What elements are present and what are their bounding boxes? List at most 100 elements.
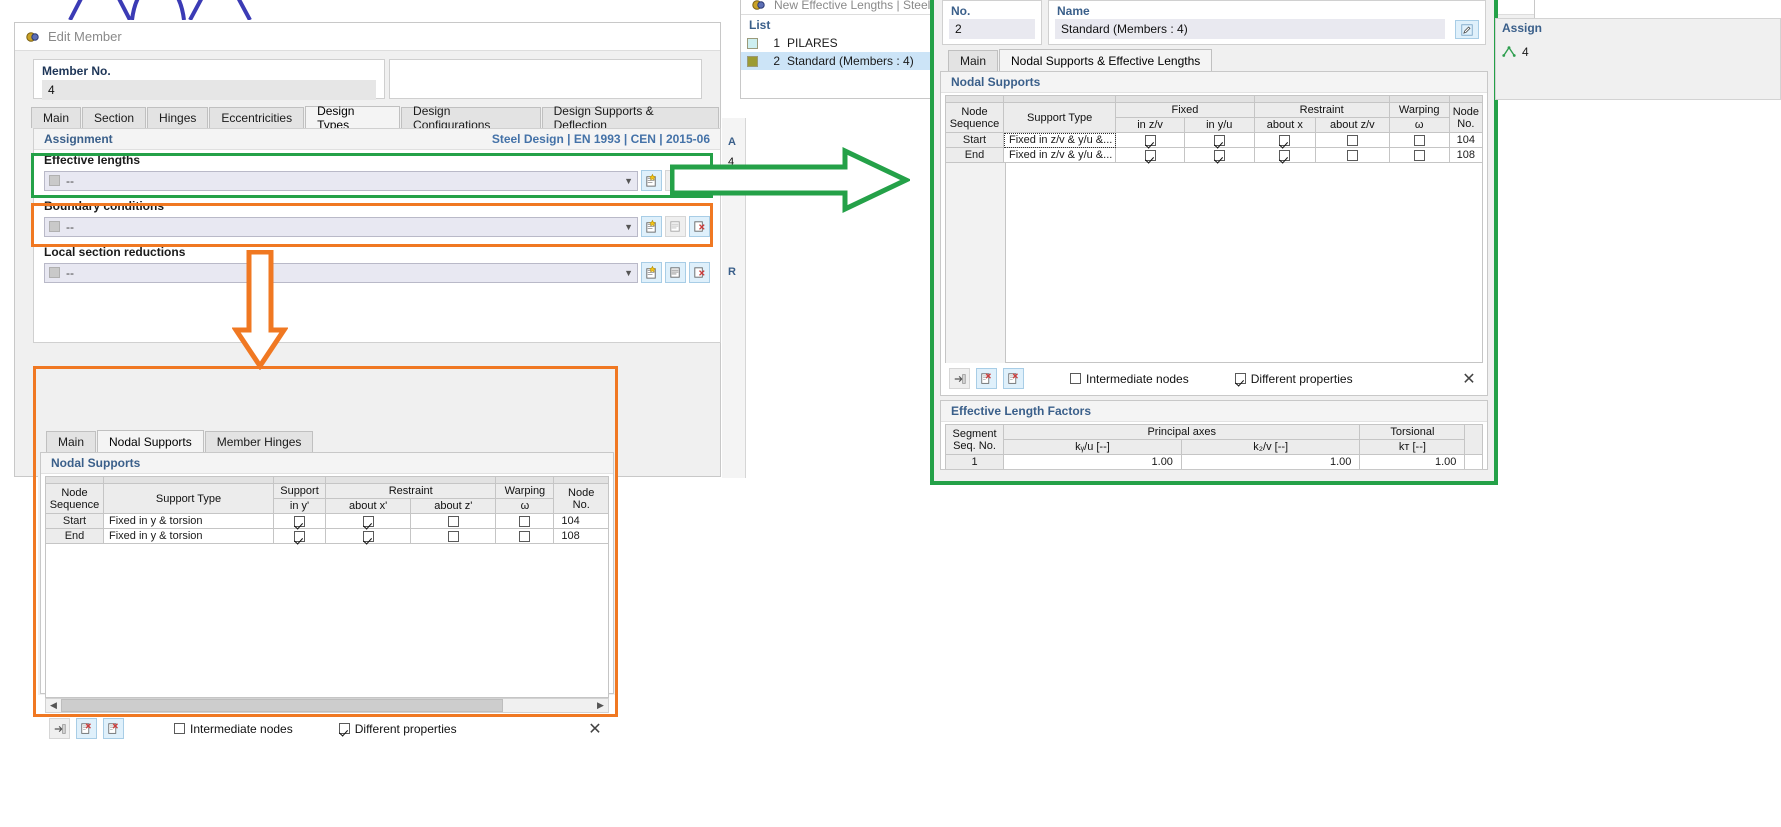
cell-support-in-y[interactable] (273, 528, 326, 544)
cell-support-type[interactable]: Fixed in y & torsion (103, 513, 274, 529)
no-value[interactable]: 2 (949, 19, 1035, 39)
edit-effective-lengths-button[interactable] (665, 170, 686, 191)
delete-row-button[interactable] (76, 718, 97, 739)
checkbox-in-yu[interactable] (1213, 134, 1225, 146)
checkbox-about-z[interactable] (447, 515, 459, 527)
tab-section[interactable]: Section (82, 107, 147, 128)
delete-all-rows-button[interactable] (1003, 368, 1024, 389)
cell-fixed-in-yu[interactable] (1183, 132, 1255, 148)
checkbox-about-zv[interactable] (1346, 149, 1358, 161)
checkbox-about-x[interactable] (362, 530, 374, 542)
tab-main[interactable]: Main (31, 107, 82, 128)
list-item[interactable]: 2 Standard (Members : 4) (741, 52, 930, 70)
table-row[interactable]: End Fixed in z/v & y/u &... 108 (945, 147, 1484, 163)
delete-row-button[interactable] (976, 368, 997, 389)
checkbox-about-zv[interactable] (1346, 134, 1358, 146)
cell-restraint-about-z[interactable] (410, 513, 497, 529)
tab-design-configurations[interactable]: Design Configurations (401, 104, 541, 132)
checkbox-in-zv[interactable] (1144, 149, 1156, 161)
checkbox-warping[interactable] (519, 515, 531, 527)
checkbox-about-x[interactable] (1279, 134, 1291, 146)
new-local-section-reductions-button[interactable] (641, 262, 662, 283)
new-boundary-conditions-button[interactable] (641, 216, 662, 237)
delete-boundary-conditions-button[interactable] (689, 216, 710, 237)
effective-lengths-group: Effective lengths -- ▼ (34, 150, 720, 196)
different-properties-checkbox[interactable] (1234, 373, 1246, 384)
local-section-reductions-combo[interactable]: -- ▼ (44, 262, 638, 283)
tab-design-supports-deflection[interactable]: Design Supports & Deflection (541, 104, 720, 132)
intermediate-nodes-checkbox[interactable] (1070, 373, 1081, 384)
cell-warping[interactable] (1388, 132, 1450, 148)
close-panel-button[interactable]: ✕ (1459, 369, 1479, 389)
member-no-value[interactable]: 4 (42, 80, 376, 100)
edit-local-section-reductions-button[interactable] (665, 262, 686, 283)
close-panel-button[interactable]: ✕ (585, 719, 605, 739)
checkbox-about-z[interactable] (447, 530, 459, 542)
cell-ky[interactable]: 1.00 (1003, 454, 1182, 469)
tab-design-types[interactable]: Design Types (305, 104, 401, 132)
intermediate-nodes-checkbox[interactable] (174, 723, 185, 734)
cell-restraint-about-zv[interactable] (1315, 147, 1390, 163)
checkbox-about-x[interactable] (362, 515, 374, 527)
cell-kt[interactable]: 1.00 (1359, 454, 1466, 469)
delete-effective-lengths-button[interactable] (689, 170, 710, 191)
boundary-conditions-combo[interactable]: -- ▼ (44, 216, 638, 237)
different-properties-checkbox-row[interactable]: Different properties (1234, 372, 1353, 386)
edit-boundary-conditions-button[interactable] (665, 216, 686, 237)
eff-tab-nodal-supports-effective-lengths[interactable]: Nodal Supports & Effective Lengths (999, 49, 1213, 71)
tab-eccentricities[interactable]: Eccentricities (209, 107, 305, 128)
table-row[interactable]: Start Fixed in z/v & y/u &... 104 (945, 132, 1484, 148)
cell-restraint-about-x[interactable] (324, 528, 412, 544)
cell-kz[interactable]: 1.00 (1180, 454, 1361, 469)
cell-fixed-in-zv[interactable] (1115, 147, 1185, 163)
insert-row-button[interactable] (949, 368, 970, 389)
checkbox-in-zv[interactable] (1144, 134, 1156, 146)
cell-warping[interactable] (495, 528, 555, 544)
cell-restraint-about-x[interactable] (1253, 147, 1317, 163)
cell-fixed-in-yu[interactable] (1183, 147, 1255, 163)
different-properties-checkbox[interactable] (338, 723, 350, 734)
nodal-tab-main[interactable]: Main (46, 431, 97, 452)
table-row[interactable]: End Fixed in y & torsion 108 (45, 528, 609, 544)
checkbox-warping[interactable] (1413, 134, 1425, 146)
cell-warping[interactable] (495, 513, 555, 529)
delete-all-rows-button[interactable] (103, 718, 124, 739)
cell-restraint-about-zv[interactable] (1315, 132, 1390, 148)
tab-hinges[interactable]: Hinges (147, 107, 209, 128)
cell-restraint-about-x[interactable] (1253, 132, 1317, 148)
checkbox-warping[interactable] (1413, 149, 1425, 161)
checkbox-in-yu[interactable] (1213, 149, 1225, 161)
rename-button[interactable] (1455, 20, 1479, 39)
cell-support-type[interactable]: Fixed in y & torsion (103, 528, 274, 544)
nodal-grid-hscrollbar[interactable]: ◀ ▶ (45, 698, 609, 713)
checkbox-about-x[interactable] (1279, 149, 1291, 161)
table-row[interactable]: Start Fixed in y & torsion 104 (45, 513, 609, 529)
different-properties-checkbox-row[interactable]: Different properties (338, 722, 457, 736)
cell-support-type[interactable]: Fixed in z/v & y/u &... (1002, 132, 1117, 148)
intermediate-nodes-checkbox-row[interactable]: Intermediate nodes (1070, 372, 1189, 386)
effective-lengths-combo[interactable]: -- ▼ (44, 170, 638, 191)
cell-fixed-in-zv[interactable] (1115, 132, 1185, 148)
cell-restraint-about-x[interactable] (324, 513, 412, 529)
scroll-right-icon[interactable]: ▶ (593, 700, 608, 711)
cell-restraint-about-z[interactable] (410, 528, 497, 544)
cell-support-in-y[interactable] (273, 513, 326, 529)
cell-support-type[interactable]: Fixed in z/v & y/u &... (1002, 147, 1117, 163)
list-item[interactable]: 1 PILARES (741, 34, 930, 52)
name-value[interactable]: Standard (Members : 4) (1055, 19, 1445, 39)
scroll-track[interactable] (61, 699, 593, 712)
cell-warping[interactable] (1388, 147, 1450, 163)
table-row[interactable]: 1 1.00 1.00 1.00 (945, 454, 1483, 469)
delete-local-section-reductions-button[interactable] (689, 262, 710, 283)
checkbox-warping[interactable] (519, 530, 531, 542)
nodal-tab-member-hinges[interactable]: Member Hinges (204, 431, 314, 452)
nodal-tab-nodal-supports[interactable]: Nodal Supports (97, 430, 204, 452)
eff-tab-main[interactable]: Main (948, 50, 999, 71)
intermediate-nodes-checkbox-row[interactable]: Intermediate nodes (174, 722, 293, 736)
checkbox-in-y[interactable] (294, 515, 305, 527)
scroll-thumb[interactable] (61, 699, 503, 712)
checkbox-in-y[interactable] (294, 530, 305, 542)
scroll-left-icon[interactable]: ◀ (46, 700, 61, 711)
new-effective-lengths-button[interactable] (641, 170, 662, 191)
insert-row-button[interactable] (49, 718, 70, 739)
